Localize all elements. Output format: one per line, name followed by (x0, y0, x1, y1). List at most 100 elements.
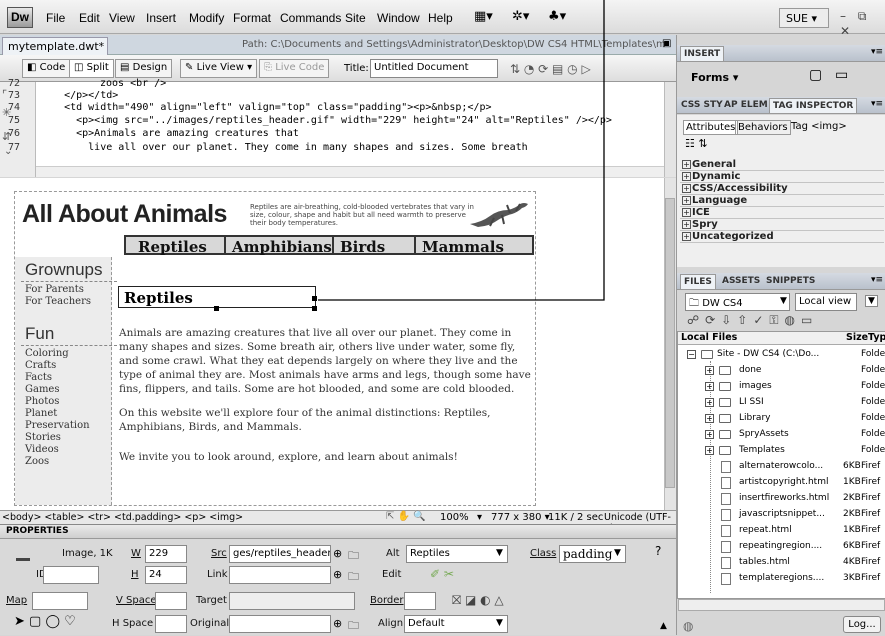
file-row[interactable]: alternaterowcolo... 6KB Firef (677, 459, 882, 475)
chevron-down-icon[interactable]: ▼ (496, 618, 503, 628)
folder-row[interactable]: + Library Folde (677, 411, 885, 427)
expand-icon[interactable]: + (682, 172, 691, 181)
tag-selector[interactable]: <body> <table> <tr> <td.padding> <p> <im… (2, 512, 243, 523)
expand-icon[interactable]: + (682, 184, 691, 193)
file-row[interactable]: artistcopyright.html 1KB Firef (677, 475, 882, 491)
folder-row[interactable]: + done Folde (677, 363, 885, 379)
log-button[interactable]: Log... (843, 616, 881, 633)
expand-icon[interactable]: + (682, 208, 691, 217)
src-field[interactable]: ges/reptiles_header.gif (229, 545, 331, 563)
file-row[interactable]: repeatingregion.... 6KB Firef (677, 539, 882, 555)
column-type[interactable]: Typ (868, 332, 885, 343)
expand-icon[interactable]: + (705, 414, 714, 423)
tab-ap-elements[interactable]: AP ELEM (721, 98, 771, 113)
vspace-field[interactable] (155, 592, 187, 610)
expand-icon[interactable]: + (682, 160, 691, 169)
collapse-icon[interactable]: − (687, 350, 696, 359)
file-name: repeatingregion.... (739, 541, 823, 551)
chevron-down-icon[interactable]: ▼ (865, 295, 878, 307)
collapse-properties-icon[interactable]: ▲ (660, 621, 667, 631)
folder-icon[interactable]: 🗀 (348, 617, 359, 636)
hand-icon[interactable]: ⇱ ✋ 🔍 (386, 511, 426, 522)
tab-snippets[interactable]: SNIPPETS (763, 274, 818, 289)
view-select[interactable]: Local view (795, 293, 857, 311)
expand-icon[interactable]: + (682, 232, 691, 241)
height-field[interactable]: 24 (145, 566, 187, 584)
file-row[interactable]: repeat.html 1KB Firef (677, 523, 882, 539)
width-field[interactable]: 229 (145, 545, 187, 563)
id-field[interactable] (43, 566, 99, 584)
site-select[interactable]: 🗀 DW CS4 (685, 293, 790, 311)
expand-icon[interactable]: + (705, 366, 714, 375)
insert-category[interactable]: Forms ▾ (691, 71, 738, 84)
category-ice[interactable]: + ICE (680, 207, 884, 219)
folder-icon[interactable]: 🗀 (348, 568, 359, 587)
user-menu[interactable]: SUE ▾ (779, 8, 829, 28)
window-size[interactable]: 777 x 380 ▾ (491, 512, 550, 523)
file-type: Folde (861, 349, 885, 359)
hotspot-tools-icon[interactable]: ➤ ▢ ◯ ♡ (14, 614, 76, 629)
expand-icon[interactable]: + (705, 382, 714, 391)
tab-insert[interactable]: INSERT (680, 46, 725, 61)
file-row[interactable]: templateregions.... 3KB Firef (677, 571, 882, 587)
file-list-hscrollbar[interactable] (678, 599, 885, 611)
file-row[interactable]: tables.html 4KB Firef (677, 555, 882, 571)
hspace-field[interactable] (155, 615, 187, 633)
subtab-attributes[interactable]: Attributes (683, 120, 739, 135)
panel-menu-icon[interactable]: ▾≡ (871, 275, 883, 285)
category-view-icon[interactable]: ☷ ⇅ (685, 137, 708, 150)
file-toolbar-icons[interactable]: ☍⟳⇩⇧✓⚿◍▭ (687, 313, 818, 328)
tab-tag-inspector[interactable]: TAG INSPECTOR (769, 98, 858, 113)
column-local-files[interactable]: Local Files (681, 332, 737, 343)
folder-row[interactable]: + images Folde (677, 379, 885, 395)
expand-icon[interactable]: + (705, 446, 714, 455)
tab-files[interactable]: FILES (680, 274, 716, 289)
window-controls[interactable]: – ⧉ ✕ (840, 9, 885, 38)
folder-icon[interactable]: 🗀 (348, 547, 359, 566)
map-field[interactable] (32, 592, 88, 610)
file-row[interactable]: insertfireworks.html 2KB Firef (677, 491, 882, 507)
category-dynamic[interactable]: + Dynamic (680, 171, 884, 183)
text-field-icon[interactable]: ▭ (835, 67, 848, 83)
chevron-down-icon[interactable]: ▾ (477, 512, 482, 523)
point-to-file-icon[interactable]: ⊕ (333, 547, 342, 560)
category-spry[interactable]: + Spry (680, 219, 884, 231)
tab-css-styles[interactable]: CSS STY (678, 98, 726, 113)
site-root-row[interactable]: − Site - DW CS4 (C:\Do... Folde (677, 347, 885, 363)
category-label: CSS/Accessibility (692, 183, 788, 194)
expand-icon[interactable]: + (682, 196, 691, 205)
tab-assets[interactable]: ASSETS (719, 274, 763, 289)
panel-menu-icon[interactable]: ▾≡ (871, 99, 883, 109)
target-select[interactable] (229, 592, 355, 610)
subtab-behaviors[interactable]: Behaviors (735, 120, 791, 135)
border-field[interactable] (404, 592, 436, 610)
form-icon[interactable]: ▢ (809, 67, 822, 83)
chevron-down-icon[interactable]: ▼ (496, 548, 503, 558)
chevron-down-icon[interactable]: ▼ (780, 296, 787, 306)
point-to-file-icon[interactable]: ⊕ (333, 617, 342, 630)
expand-icon[interactable]: + (705, 398, 714, 407)
original-field[interactable] (229, 615, 331, 633)
folder-row[interactable]: + Templates Folde (677, 443, 885, 459)
folder-row[interactable]: + SpryAssets Folde (677, 427, 885, 443)
folder-row[interactable]: + LI SSI Folde (677, 395, 885, 411)
column-size[interactable]: Size (846, 332, 868, 343)
category-uncategorized[interactable]: + Uncategorized (680, 231, 884, 243)
align-select[interactable]: Default (404, 615, 508, 633)
expand-icon[interactable]: + (682, 220, 691, 229)
alt-field[interactable]: Reptiles (406, 545, 508, 563)
properties-title[interactable]: PROPERTIES (0, 525, 676, 539)
help-icon[interactable]: ? (655, 544, 661, 558)
file-row[interactable]: javascriptsnippet... 2KB Firef (677, 507, 882, 523)
category-general[interactable]: + General (680, 159, 884, 171)
expand-icon[interactable]: + (705, 430, 714, 439)
category-css-accessibility[interactable]: + CSS/Accessibility (680, 183, 884, 195)
category-language[interactable]: + Language (680, 195, 884, 207)
image-edit-tools-icon[interactable]: ⛝ ◪ ◐ △ (452, 593, 504, 608)
link-field[interactable] (229, 566, 331, 584)
panel-menu-icon[interactable]: ▾≡ (871, 47, 883, 57)
zoom-level[interactable]: 100% (440, 512, 469, 523)
point-to-file-icon[interactable]: ⊕ (333, 568, 342, 581)
fireworks-edit-icon[interactable]: ✐ ✂ (430, 567, 454, 581)
chevron-down-icon[interactable]: ▼ (614, 548, 621, 558)
